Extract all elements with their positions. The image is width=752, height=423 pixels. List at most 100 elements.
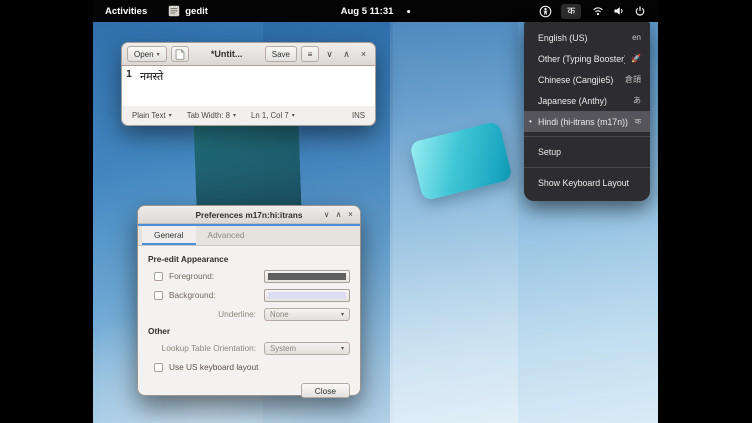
input-source-symbol: en <box>632 33 641 42</box>
clock-button[interactable]: Aug 5 11:31 <box>341 6 411 17</box>
input-source-menu: English (US) en Other (Typing Booster) 🚀… <box>524 22 650 201</box>
background-swatch <box>268 292 346 299</box>
power-icon <box>634 5 646 17</box>
wallpaper-light-band <box>390 0 518 423</box>
gedit-window: Open ▾ *Untit... Save ≡ ∨ ∧ × 1 नमस्ते <box>121 42 376 126</box>
underline-value: None <box>270 310 289 319</box>
minimize-button[interactable]: ∨ <box>323 46 336 62</box>
save-button[interactable]: Save <box>265 46 297 62</box>
preferences-tabbar: General Advanced <box>138 226 360 246</box>
insert-mode-label: INS <box>352 111 365 120</box>
menu-separator <box>524 167 650 168</box>
cursor-position-selector[interactable]: Ln 1, Col 7 ▾ <box>251 111 295 120</box>
foreground-checkbox[interactable] <box>154 272 163 281</box>
hindi-icon: क <box>635 116 641 127</box>
app-menu-label: gedit <box>185 6 208 17</box>
window-title: *Untit... <box>193 49 261 59</box>
menu-item-label: Other (Typing Booster) <box>538 54 625 64</box>
accessibility-menu-button[interactable] <box>533 5 558 18</box>
insert-mode-indicator: INS <box>352 111 365 120</box>
chevron-down-icon: ▾ <box>169 112 172 119</box>
hamburger-menu-button[interactable]: ≡ <box>301 46 319 62</box>
clock-label: Aug 5 11:31 <box>341 6 394 17</box>
foreground-label: Foreground: <box>169 271 264 281</box>
menu-item-hindi-itrans[interactable]: • Hindi (hi-itrans (m17n)) क <box>524 111 650 132</box>
anthy-icon: あ <box>633 95 641 106</box>
menu-item-label: English (US) <box>538 33 587 43</box>
dialog-titlebar: Preferences m17n:hi:itrans ∨ ∧ × <box>138 206 360 224</box>
lookup-orientation-dropdown[interactable]: System ▾ <box>264 342 350 355</box>
us-keyboard-row: Use US keyboard layout <box>154 360 350 374</box>
app-menu-button[interactable]: gedit <box>168 5 208 17</box>
new-document-button[interactable] <box>171 46 189 62</box>
activities-button[interactable]: Activities <box>102 4 150 19</box>
new-document-icon <box>175 49 185 60</box>
tab-width-label: Tab Width: 8 <box>187 111 230 120</box>
other-heading: Other <box>148 326 350 336</box>
tab-advanced[interactable]: Advanced <box>196 226 257 245</box>
language-selector[interactable]: Plain Text ▾ <box>132 111 172 120</box>
foreground-row: Foreground: <box>154 269 350 283</box>
line-number: 1 <box>126 69 140 106</box>
chevron-down-icon: ▾ <box>157 51 160 58</box>
network-icon <box>592 5 604 17</box>
menu-item-label: Setup <box>538 147 561 157</box>
dialog-footer: Close <box>138 379 360 406</box>
minimize-button[interactable]: ∨ <box>321 208 332 222</box>
open-button-label: Open <box>134 50 154 59</box>
top-bar: Activities gedit Aug 5 11:31 क <box>93 0 658 22</box>
menu-item-chinese-cangjie5[interactable]: Chinese (Cangjie5) 倉頡 <box>524 69 650 90</box>
menu-item-label: Hindi (hi-itrans (m17n)) <box>538 117 628 127</box>
tab-general[interactable]: General <box>142 226 196 245</box>
menu-item-label: Chinese (Cangjie5) <box>538 75 613 85</box>
menu-item-typing-booster[interactable]: Other (Typing Booster) 🚀 <box>524 48 650 69</box>
foreground-color-button[interactable] <box>264 270 350 283</box>
close-button[interactable]: × <box>357 46 370 62</box>
dialog-close-button[interactable]: Close <box>301 383 350 398</box>
lookup-orientation-row: Lookup Table Orientation: System ▾ <box>154 341 350 355</box>
notification-dot <box>407 10 410 13</box>
dialog-window-controls: ∨ ∧ × <box>321 208 360 222</box>
foreground-swatch <box>268 273 346 280</box>
background-checkbox[interactable] <box>154 291 163 300</box>
tab-width-selector[interactable]: Tab Width: 8 ▾ <box>187 111 236 120</box>
typing-booster-icon: 🚀 <box>631 54 641 63</box>
volume-icon <box>613 5 625 17</box>
menu-item-setup[interactable]: Setup <box>524 141 650 163</box>
background-color-button[interactable] <box>264 289 350 302</box>
chevron-down-icon: ▾ <box>341 345 344 352</box>
system-tray: क <box>533 4 654 19</box>
menu-item-label: Show Keyboard Layout <box>538 178 629 188</box>
input-source-indicator[interactable]: क <box>561 4 581 19</box>
maximize-button[interactable]: ∧ <box>340 46 353 62</box>
maximize-button[interactable]: ∧ <box>333 208 344 222</box>
cangjie-icon: 倉頡 <box>625 74 641 85</box>
close-icon[interactable]: × <box>345 208 356 222</box>
underline-dropdown[interactable]: None ▾ <box>264 308 350 321</box>
gedit-statusbar: Plain Text ▾ Tab Width: 8 ▾ Ln 1, Col 7 … <box>121 106 376 126</box>
desktop[interactable]: Activities gedit Aug 5 11:31 क <box>93 0 658 423</box>
underline-row: Underline: None ▾ <box>154 307 350 321</box>
gedit-headerbar: Open ▾ *Untit... Save ≡ ∨ ∧ × <box>121 42 376 66</box>
preferences-dialog: Preferences m17n:hi:itrans ∨ ∧ × General… <box>137 205 361 396</box>
gedit-icon <box>168 5 180 17</box>
us-keyboard-label: Use US keyboard layout <box>169 362 350 372</box>
open-button[interactable]: Open ▾ <box>127 46 167 62</box>
chevron-down-icon: ▾ <box>233 112 236 119</box>
preedit-appearance-heading: Pre-edit Appearance <box>148 254 350 264</box>
accessibility-icon <box>539 5 552 18</box>
background-row: Background: <box>154 288 350 302</box>
menu-item-label: Japanese (Anthy) <box>538 96 607 106</box>
menu-item-english-us[interactable]: English (US) en <box>524 27 650 48</box>
menu-item-japanese-anthy[interactable]: Japanese (Anthy) あ <box>524 90 650 111</box>
us-keyboard-checkbox[interactable] <box>154 363 163 372</box>
menu-item-show-keyboard-layout[interactable]: Show Keyboard Layout <box>524 172 650 194</box>
system-status-menu-button[interactable] <box>584 5 654 17</box>
hamburger-icon: ≡ <box>308 50 313 59</box>
lookup-orientation-value: System <box>270 344 296 353</box>
text-editor-area[interactable]: 1 नमस्ते <box>121 66 376 106</box>
language-label: Plain Text <box>132 111 166 120</box>
chevron-down-icon: ▾ <box>292 112 295 119</box>
lookup-orientation-label: Lookup Table Orientation: <box>154 343 264 353</box>
document-text: नमस्ते <box>140 69 163 106</box>
